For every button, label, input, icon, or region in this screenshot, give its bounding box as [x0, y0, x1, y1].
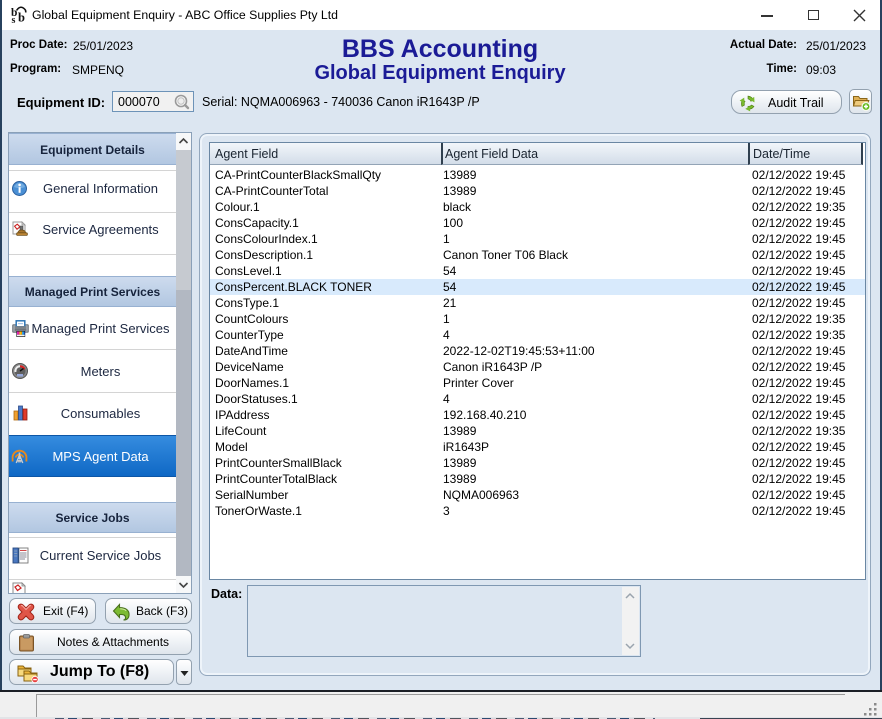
svg-text:b: b [18, 11, 25, 25]
svg-text:s: s [12, 15, 16, 24]
